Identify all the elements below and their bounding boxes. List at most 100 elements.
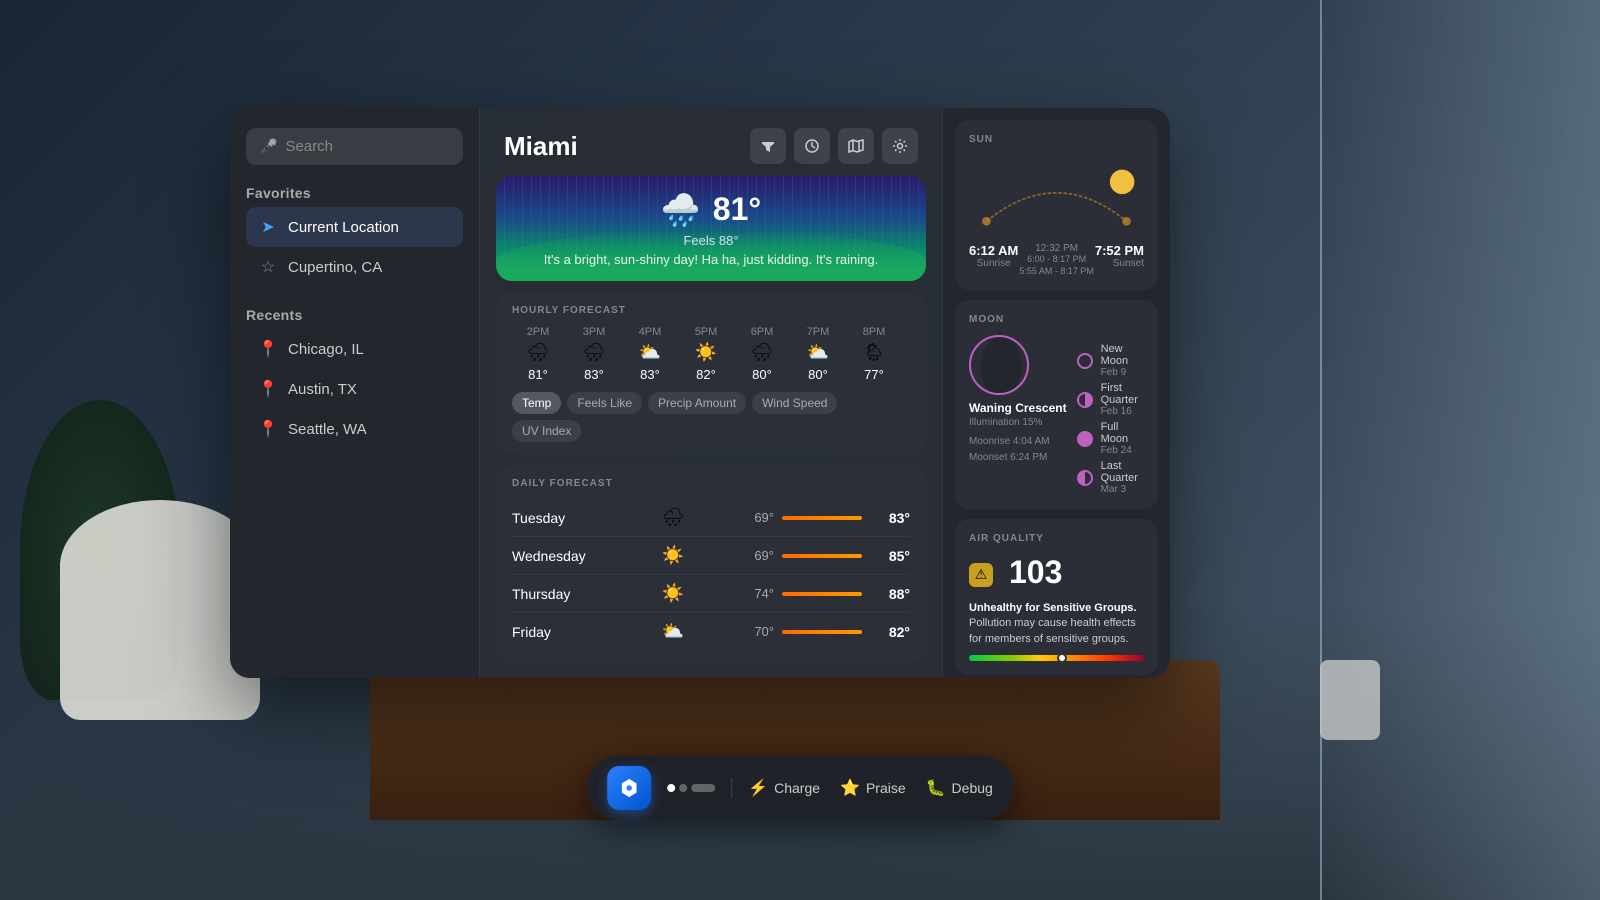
main-header: Miami xyxy=(480,108,942,176)
location-icon: ➤ xyxy=(258,217,278,237)
sunrise-label: Sunrise xyxy=(969,258,1018,269)
separator-1 xyxy=(731,778,732,798)
sunset-time: 7:52 PM xyxy=(1095,243,1144,258)
sidebar-item-seattle[interactable]: 📍 Seattle, WA xyxy=(246,409,463,449)
sidebar-item-chicago[interactable]: 📍 Chicago, IL xyxy=(246,329,463,369)
aqi-bar xyxy=(969,655,1144,661)
solar-noon-item: 12:32 PM 6:00 - 8:17 PM 5:55 AM - 8:17 P… xyxy=(1018,243,1094,276)
hour-item: 6PM 🌧 80° xyxy=(736,326,788,382)
dot-2 xyxy=(679,784,687,792)
praise-icon: ⭐ xyxy=(840,778,860,798)
sun-label: SUN xyxy=(969,134,1144,145)
search-bar[interactable]: 🎤 Search xyxy=(246,128,463,165)
hero-temperature: 81° xyxy=(713,191,761,228)
hourly-forecast-card: HOURLY FORECAST 2PM 🌧 81° 3PM 🌧 83° 4PM … xyxy=(496,293,926,454)
recents-section: Recents 📍 Chicago, IL 📍 Austin, TX 📍 Sea… xyxy=(246,307,463,449)
map-button[interactable] xyxy=(838,128,874,164)
daily-icon: ☀️ xyxy=(612,545,734,566)
praise-action[interactable]: ⭐ Praise xyxy=(840,778,906,798)
sidebar-item-current-location[interactable]: ➤ Current Location xyxy=(246,207,463,247)
hourly-tab[interactable]: Precip Amount xyxy=(648,392,746,414)
hour-icon: 🌧 xyxy=(583,342,606,363)
sun-card: SUN 6:12 AM Sunrise 12:32 PM 6:00 - 8:17… xyxy=(955,120,1158,290)
phase-date: Feb 24 xyxy=(1101,445,1144,456)
clock-button[interactable] xyxy=(794,128,830,164)
city-title: Miami xyxy=(504,131,578,162)
hour-temp: 83° xyxy=(640,367,660,382)
hour-item: 8PM 🌦 77° xyxy=(848,326,900,382)
pin-icon-austin: 📍 xyxy=(258,379,278,399)
phase-info: Last Quarter Mar 3 xyxy=(1101,460,1144,495)
right-panel: SUN 6:12 AM Sunrise 12:32 PM 6:00 - 8:17… xyxy=(942,108,1170,678)
app-icon[interactable] xyxy=(607,766,651,810)
search-input-label: Search xyxy=(285,138,333,155)
header-icons xyxy=(750,128,918,164)
moon-phase-item: New Moon Feb 9 xyxy=(1077,343,1144,378)
daily-low: 69° xyxy=(734,510,774,525)
charge-label: Charge xyxy=(774,780,820,796)
bg-robot xyxy=(1320,660,1380,740)
bottom-bar: ⚡ Charge ⭐ Praise 🐛 Debug xyxy=(587,756,1013,820)
charge-action[interactable]: ⚡ Charge xyxy=(748,778,820,798)
sunset-item: 7:52 PM Sunset xyxy=(1095,243,1144,269)
hourly-tab[interactable]: Wind Speed xyxy=(752,392,837,414)
weather-icon: 🌧️ xyxy=(661,191,701,229)
moon-phase-item: Full Moon Feb 24 xyxy=(1077,421,1144,456)
daily-icon: 🌧 xyxy=(612,507,734,528)
feels-like: Feels 88° xyxy=(683,233,738,248)
hourly-tab[interactable]: Temp xyxy=(512,392,561,414)
pin-icon-chicago: 📍 xyxy=(258,339,278,359)
hour-item: 2PM 🌧 81° xyxy=(512,326,564,382)
daily-high: 83° xyxy=(870,510,910,526)
hour-icon: ⛅ xyxy=(639,342,661,363)
filter-button[interactable] xyxy=(750,128,786,164)
phase-icon xyxy=(1077,392,1093,408)
favorites-label: Favorites xyxy=(246,185,463,201)
settings-button[interactable] xyxy=(882,128,918,164)
recents-label: Recents xyxy=(246,307,463,323)
moon-section: Waning Crescent Illumination 15% Moonris… xyxy=(969,335,1144,495)
sunset-label: Sunset xyxy=(1095,258,1144,269)
debug-icon: 🐛 xyxy=(926,778,946,798)
phase-info: Full Moon Feb 24 xyxy=(1101,421,1144,456)
bg-window xyxy=(1320,0,1600,900)
hour-time: 6PM xyxy=(751,326,774,338)
moon-shadow xyxy=(981,337,1021,395)
main-scroll-area: 🌧️ 81° Feels 88° It's a bright, sun-shin… xyxy=(480,176,942,678)
phase-name: First Quarter xyxy=(1101,382,1144,406)
hourly-tab[interactable]: UV Index xyxy=(512,420,581,442)
sun-arc xyxy=(969,155,1144,235)
hour-temp: 77° xyxy=(864,367,884,382)
phase-name: Last Quarter xyxy=(1101,460,1144,484)
praise-label: Praise xyxy=(866,780,906,796)
weather-hero: 🌧️ 81° Feels 88° It's a bright, sun-shin… xyxy=(496,176,926,281)
hour-time: 8PM xyxy=(863,326,886,338)
hour-time: 2PM xyxy=(527,326,550,338)
hour-temp: 80° xyxy=(808,367,828,382)
debug-action[interactable]: 🐛 Debug xyxy=(926,778,993,798)
moon-visual xyxy=(969,335,1029,395)
charge-icon: ⚡ xyxy=(748,778,768,798)
sidebar: 🎤 Search Favorites ➤ Current Location ☆ … xyxy=(230,108,480,678)
phase-info: New Moon Feb 9 xyxy=(1101,343,1144,378)
hour-time: 4PM xyxy=(639,326,662,338)
sidebar-item-austin[interactable]: 📍 Austin, TX xyxy=(246,369,463,409)
debug-label: Debug xyxy=(952,780,993,796)
hour-icon: ⛅ xyxy=(807,342,829,363)
hourly-tab[interactable]: Feels Like xyxy=(567,392,642,414)
daily-bar xyxy=(782,554,862,558)
chicago-label: Chicago, IL xyxy=(288,341,364,358)
hour-temp: 82° xyxy=(696,367,716,382)
sun-arc-svg xyxy=(969,155,1144,235)
moon-phase-item: Last Quarter Mar 3 xyxy=(1077,460,1144,495)
daily-low: 74° xyxy=(734,586,774,601)
sidebar-item-cupertino[interactable]: ☆ Cupertino, CA xyxy=(246,247,463,287)
hour-time: 7PM xyxy=(807,326,830,338)
hour-temp: 81° xyxy=(528,367,548,382)
daily-day: Wednesday xyxy=(512,548,612,564)
moon-illumination: Illumination 15% xyxy=(969,417,1067,428)
daily-row: Tuesday 🌧 69° 83° xyxy=(512,499,910,537)
cupertino-label: Cupertino, CA xyxy=(288,259,382,276)
moon-label: MOON xyxy=(969,314,1144,325)
hour-item: 4PM ⛅ 83° xyxy=(624,326,676,382)
